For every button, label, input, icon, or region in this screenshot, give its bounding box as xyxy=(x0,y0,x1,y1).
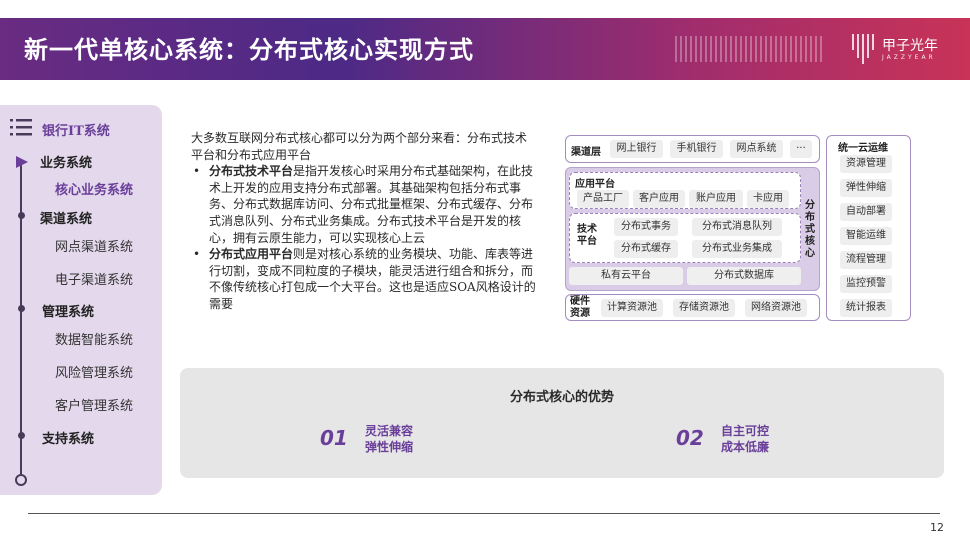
advantage-line: 灵活兼容 xyxy=(365,424,414,438)
decorative-lines xyxy=(675,36,822,62)
sidebar: 银行IT系统 业务系统 核心业务系统 渠道系统 网点渠道系统 电子渠道系统 管理… xyxy=(0,105,162,495)
app-item: 产品工厂 xyxy=(577,190,629,208)
app-platform: 应用平台 产品工厂 客户应用 账户应用 卡应用 xyxy=(569,172,801,209)
menu-list-icon xyxy=(10,119,32,136)
core-label: 分布式核心 xyxy=(805,200,815,259)
sidebar-item-e-channel[interactable]: 电子渠道系统 xyxy=(55,269,133,288)
header-banner: 新一代单核心系统：分布式核心实现方式 甲子光年 JAZZYEAR xyxy=(0,18,970,80)
ops-item: 智能运维 xyxy=(840,227,892,245)
timeline-dot xyxy=(18,305,25,312)
ops-item: 资源管理 xyxy=(840,155,892,173)
intro-text: 大多数互联网分布式核心都可以分为两个部分来看：分布式技术平台和分布式应用平台 分… xyxy=(191,130,536,313)
hardware-label: 硬件资源 xyxy=(570,296,590,319)
sidebar-item-support[interactable]: 支持系统 xyxy=(42,428,94,447)
channel-item: ··· xyxy=(790,140,812,158)
bullet-tech-platform: 分布式技术平台是指开发核心时采用分布式基础架构，在此技术上开发的应用支持分布式部… xyxy=(191,163,536,246)
channel-item: 网点系统 xyxy=(730,140,783,158)
page-number: 12 xyxy=(930,521,944,534)
distributed-db-cell: 分布式数据库 xyxy=(687,267,801,285)
app-platform-label: 应用平台 xyxy=(575,179,615,190)
advantages-title: 分布式核心的优势 xyxy=(509,390,614,405)
tech-item: 分布式业务集成 xyxy=(692,240,782,258)
ops-panel: 统一云运维 资源管理 弹性伸缩 自动部署 智能运维 流程管理 监控预警 统计报表 xyxy=(826,135,911,321)
channel-item: 手机银行 xyxy=(670,140,723,158)
advantage-line: 成本低廉 xyxy=(721,440,770,454)
core-layer: 应用平台 产品工厂 客户应用 账户应用 卡应用 技术平台 分布式事务 分布式消息… xyxy=(565,167,820,291)
app-item: 账户应用 xyxy=(689,190,743,208)
app-item: 客户应用 xyxy=(633,190,685,208)
sidebar-item-core-business[interactable]: 核心业务系统 xyxy=(55,179,133,198)
hardware-layer: 硬件资源 计算资源池 存储资源池 网络资源池 xyxy=(565,294,820,321)
tech-item: 分布式缓存 xyxy=(614,240,678,258)
page-title: 新一代单核心系统：分布式核心实现方式 xyxy=(24,36,474,64)
tech-item: 分布式消息队列 xyxy=(692,218,782,236)
tech-platform: 技术平台 分布式事务 分布式消息队列 分布式缓存 分布式业务集成 xyxy=(569,213,801,263)
bullet-app-platform: 分布式应用平台则是对核心系统的业务模块、功能、库表等进行切割，变成不同粒度的子模… xyxy=(191,246,536,312)
hardware-item: 存储资源池 xyxy=(673,299,735,317)
hardware-item: 网络资源池 xyxy=(745,299,807,317)
active-arrow-icon xyxy=(16,156,28,168)
sidebar-item-data-intelligence[interactable]: 数据智能系统 xyxy=(55,329,133,348)
ops-item: 统计报表 xyxy=(840,299,892,317)
advantage-line: 弹性伸缩 xyxy=(365,440,414,454)
sidebar-item-risk-management[interactable]: 风险管理系统 xyxy=(55,362,133,381)
bullet-bold-term: 分布式应用平台 xyxy=(209,247,294,262)
intro-lead: 大多数互联网分布式核心都可以分为两个部分来看：分布式技术平台和分布式应用平台 xyxy=(191,131,528,162)
ops-item: 监控预警 xyxy=(840,275,892,293)
sidebar-item-channel[interactable]: 渠道系统 xyxy=(40,208,92,227)
logo-name: 甲子光年 xyxy=(882,38,938,54)
advantages-panel: 分布式核心的优势 01 灵活兼容 弹性伸缩 02 自主可控 成本低廉 xyxy=(180,368,944,478)
private-cloud-cell: 私有云平台 xyxy=(569,267,683,285)
timeline-dot xyxy=(18,432,25,439)
channel-layer: 渠道层 网上银行 手机银行 网点系统 ··· xyxy=(565,135,820,163)
footer-divider xyxy=(28,513,940,514)
logo-subtitle: JAZZYEAR xyxy=(882,54,936,61)
sidebar-item-customer-management[interactable]: 客户管理系统 xyxy=(55,395,133,414)
sidebar-item-management[interactable]: 管理系统 xyxy=(42,301,94,320)
sidebar-item-business[interactable]: 业务系统 xyxy=(40,152,92,171)
channel-item: 网上银行 xyxy=(610,140,663,158)
advantage-text: 自主可控 成本低廉 xyxy=(721,423,769,455)
ops-item: 自动部署 xyxy=(840,203,892,221)
ops-item: 弹性伸缩 xyxy=(840,179,892,197)
timeline-dot xyxy=(18,212,25,219)
app-item: 卡应用 xyxy=(747,190,789,208)
ops-item: 流程管理 xyxy=(840,251,892,269)
hardware-item: 计算资源池 xyxy=(601,299,663,317)
logo-mark-icon xyxy=(852,34,874,64)
timeline-end-icon xyxy=(15,474,27,486)
advantage-number: 01 xyxy=(320,426,348,450)
channel-layer-label: 渠道层 xyxy=(571,147,601,158)
sidebar-item-branch-channel[interactable]: 网点渠道系统 xyxy=(55,236,133,255)
advantage-text: 灵活兼容 弹性伸缩 xyxy=(365,423,413,455)
bullet-bold-term: 分布式技术平台 xyxy=(209,164,294,179)
advantage-line: 自主可控 xyxy=(721,424,770,438)
tech-item: 分布式事务 xyxy=(614,218,678,236)
ops-title: 统一云运维 xyxy=(838,143,888,154)
advantage-number: 02 xyxy=(676,426,704,450)
sidebar-heading: 银行IT系统 xyxy=(42,124,110,139)
tech-platform-label: 技术平台 xyxy=(577,224,597,247)
